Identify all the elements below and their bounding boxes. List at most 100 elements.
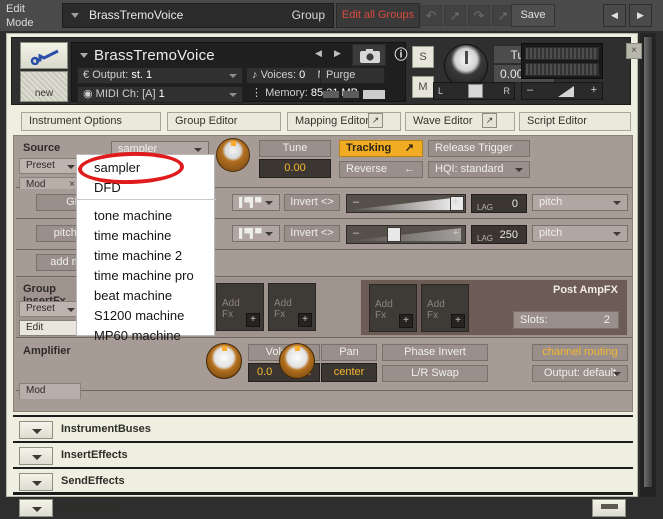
wrench-icon[interactable]	[20, 42, 68, 69]
menu-item-time-machine-2[interactable]: time machine 2	[77, 246, 216, 266]
new-instrument-button[interactable]: new	[20, 71, 68, 102]
panel-bottom-divider	[13, 492, 633, 494]
fx-slot-add-icon[interactable]: +	[298, 313, 312, 327]
prev-preset-icon[interactable]: ◀	[315, 48, 322, 59]
tab-wave-editor[interactable]: Wave Editor	[405, 112, 515, 131]
pitch-bend-lag-display[interactable]: LAG 250	[471, 225, 527, 244]
menu-item-s1200-machine[interactable]: S1200 machine	[77, 306, 216, 326]
menu-item-mp60-machine[interactable]: MP60 machine	[77, 326, 216, 346]
new-label: new	[34, 88, 54, 99]
glide-amount-slider[interactable]: – +	[346, 194, 466, 213]
section-send-effects[interactable]: SendEffects	[13, 467, 633, 493]
fx-slot-3[interactable]: Add Fx +	[216, 283, 264, 331]
pan-handle[interactable]	[468, 84, 483, 98]
edit-all-groups-button[interactable]: Edit all Groups	[336, 3, 420, 28]
menu-item-tone-machine[interactable]: tone machine	[77, 206, 216, 226]
release-trigger-button[interactable]: Release Trigger	[428, 140, 530, 157]
redo-icon[interactable]: ↷	[468, 5, 490, 26]
fx-slot-5[interactable]: Add Fx +	[369, 284, 417, 332]
vertical-scrollbar-thumb[interactable]	[643, 36, 653, 488]
expand-triangle-icon[interactable]	[19, 499, 53, 517]
menu-item-beat-machine[interactable]: beat machine	[77, 286, 216, 306]
volume-handle[interactable]	[558, 86, 574, 97]
pitch-bend-amount-slider[interactable]: – +	[346, 225, 466, 244]
source-tune-value[interactable]: 0.00	[259, 159, 331, 178]
slider-ramp	[349, 197, 461, 210]
tracking-button[interactable]: Tracking ↗	[339, 140, 423, 157]
expand-triangle-icon[interactable]	[19, 421, 53, 439]
chevron-down-icon[interactable]	[80, 53, 88, 58]
pitch-bend-mod-source[interactable]: ▌▀▌▀	[232, 225, 280, 242]
instrument-row-output: € Output: st. 1 ♪ Voices: 0 Max: 16 Purg…	[73, 67, 406, 85]
phase-invert-button[interactable]: Phase Invert	[382, 344, 488, 361]
tab-mapping-editor[interactable]: Mapping Editor	[287, 112, 401, 131]
glide-mod-source[interactable]: ▌▀▌▀	[232, 194, 280, 211]
output-selector[interactable]: € Output: st. 1	[77, 67, 243, 84]
fx-slot-6[interactable]: Add Fx +	[421, 284, 469, 332]
channel-routing-button[interactable]: channel routing	[532, 344, 628, 361]
voices-icon: ♪	[252, 69, 258, 81]
midi-channel-selector[interactable]: ◉ MIDI Ch: [A] 1	[77, 86, 243, 103]
undo-icon[interactable]: ↶	[420, 5, 442, 26]
hqi-selector[interactable]: HQI: standard	[428, 161, 530, 178]
source-preset-selector[interactable]: Preset	[19, 158, 81, 174]
menu-item-time-machine-pro[interactable]: time machine pro	[77, 266, 216, 286]
slider-handle[interactable]	[387, 227, 401, 242]
section-modulation[interactable]: Modulation	[13, 493, 633, 519]
solo-button[interactable]: S	[412, 46, 434, 68]
fx-slot-4[interactable]: Add Fx +	[268, 283, 316, 331]
save-button[interactable]: Save	[511, 4, 555, 27]
fx-slot-add-icon[interactable]: +	[451, 314, 465, 328]
pitch-bend-target-selector[interactable]: pitch	[532, 225, 628, 242]
source-tune-knob[interactable]	[216, 138, 250, 172]
glide-invert-button[interactable]: Invert <>	[284, 194, 340, 211]
hqi-label: HQI: standard	[435, 163, 504, 175]
expand-triangle-icon[interactable]	[19, 473, 53, 491]
lr-swap-button[interactable]: L/R Swap	[382, 365, 488, 382]
section-instrument-buses[interactable]: InstrumentBuses	[13, 415, 633, 441]
info-icon[interactable]: ⓘ	[387, 44, 415, 66]
volume-minus-label: –	[527, 84, 534, 96]
lag-label: LAG	[477, 203, 494, 212]
tab-instrument-options[interactable]: Instrument Options	[21, 112, 161, 131]
section-insert-effects[interactable]: InsertEffects	[13, 441, 633, 467]
amplifier-mod-tab[interactable]: Mod	[19, 383, 81, 399]
close-icon[interactable]: ×	[626, 43, 642, 59]
glide-lag-display[interactable]: LAG 0	[471, 194, 527, 213]
instrument-name-field[interactable]: BrassTremoVoice Group	[62, 3, 334, 28]
glide-target-selector[interactable]: pitch	[532, 194, 628, 211]
mute-button[interactable]: M	[412, 76, 434, 98]
modulation-minimize-button[interactable]	[592, 499, 626, 517]
volume-plus-label: +	[590, 84, 597, 96]
chevron-down-icon	[515, 168, 523, 172]
group-fx-edit-tab[interactable]: Edit	[19, 320, 81, 336]
undo-history-icon[interactable]: ↗	[444, 5, 466, 26]
tab-group-editor[interactable]: Group Editor	[167, 112, 281, 131]
menu-item-time-machine[interactable]: time machine	[77, 226, 216, 246]
purge-menu[interactable]: Purge	[320, 67, 385, 84]
reverse-button[interactable]: Reverse ←	[339, 161, 423, 178]
pan-knob[interactable]	[279, 343, 315, 379]
prev-button[interactable]: ◀	[603, 4, 626, 27]
fx-slot-add-icon[interactable]: +	[399, 314, 413, 328]
instrument-name-text: BrassTremoVoice	[89, 8, 184, 22]
volume-knob[interactable]	[206, 343, 242, 379]
amplifier-title: Amplifier	[23, 345, 71, 357]
fx-slot-add-icon[interactable]: +	[246, 313, 260, 327]
tab-script-editor[interactable]: Script Editor	[519, 112, 631, 131]
expand-triangle-icon[interactable]	[19, 447, 53, 465]
next-preset-icon[interactable]: ▶	[334, 48, 341, 59]
wave-editor-popout-icon[interactable]: ↗	[482, 113, 497, 128]
mapping-editor-popout-icon[interactable]: ↗	[368, 113, 383, 128]
volume-slider[interactable]: – +	[521, 82, 603, 100]
post-amp-slots-field[interactable]: Slots: 2	[513, 311, 619, 329]
snapshot-camera-icon[interactable]	[352, 44, 386, 66]
edit-mode-line2: Mode	[6, 17, 34, 29]
group-fx-preset-selector[interactable]: Preset	[19, 301, 81, 317]
amp-pan-value[interactable]: center	[321, 363, 377, 382]
next-button[interactable]: ▶	[629, 4, 652, 27]
output-selector-amp[interactable]: Output: default	[532, 365, 628, 382]
pan-slider[interactable]: L R	[433, 82, 515, 100]
chevron-down-icon	[265, 232, 273, 236]
pitch-bend-invert-button[interactable]: Invert <>	[284, 225, 340, 242]
